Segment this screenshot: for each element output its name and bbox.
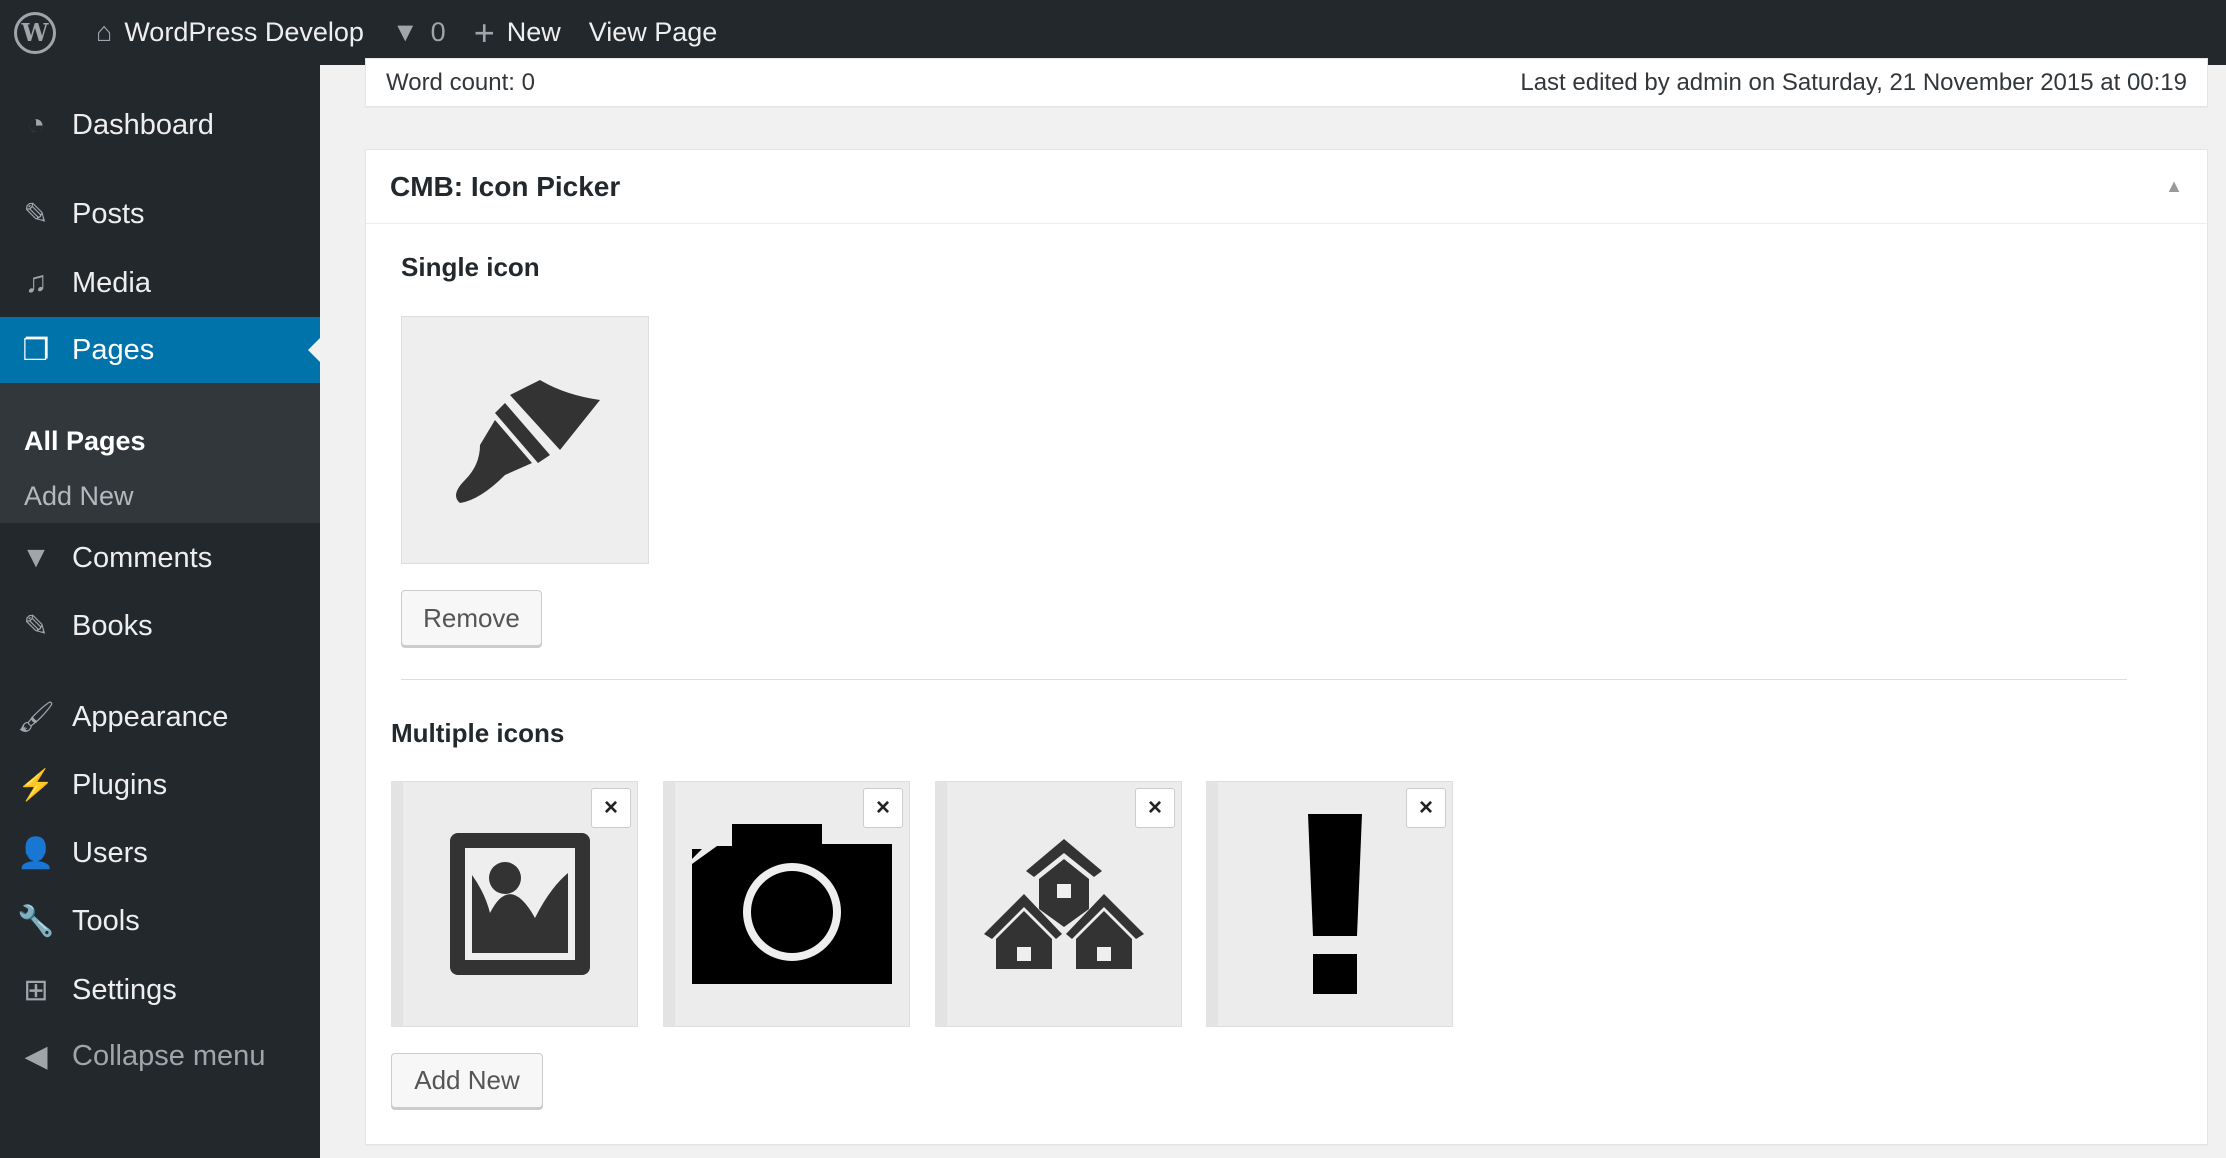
home-icon: ⌂ bbox=[96, 17, 113, 47]
icon-tile[interactable]: × bbox=[663, 781, 910, 1027]
menu-books[interactable]: ✎ Books bbox=[0, 593, 320, 659]
menu-plugins[interactable]: ⚡ Plugins bbox=[0, 752, 320, 818]
plus-icon: + bbox=[473, 11, 495, 53]
divider bbox=[401, 679, 2127, 680]
menu-settings[interactable]: ⊞ Settings bbox=[0, 957, 320, 1023]
menu-posts[interactable]: ✎ Posts bbox=[0, 181, 320, 247]
new-content-link[interactable]: + New bbox=[474, 12, 561, 54]
plugin-icon: ⚡ bbox=[17, 768, 55, 802]
remove-button[interactable]: Remove bbox=[401, 590, 542, 646]
comments-link[interactable]: ▼ 0 bbox=[392, 17, 446, 48]
menu-media[interactable]: ♫ Media bbox=[0, 250, 320, 316]
site-name-link[interactable]: ⌂ WordPress Develop bbox=[96, 17, 364, 48]
dashboard-icon: ◔ bbox=[26, 108, 46, 141]
post-status-info: Word count: 0 Last edited by admin on Sa… bbox=[365, 58, 2208, 107]
collapse-arrow-icon[interactable]: ▲ bbox=[2165, 176, 2183, 197]
remove-icon-button[interactable]: × bbox=[591, 788, 631, 828]
collapse-icon: ◀ bbox=[24, 1039, 48, 1073]
user-icon: 👤 bbox=[17, 836, 55, 870]
settings-icon: ⊞ bbox=[23, 973, 49, 1007]
wordpress-logo-icon[interactable]: W bbox=[14, 11, 56, 54]
warning-icon bbox=[1308, 814, 1362, 994]
remove-icon-button[interactable]: × bbox=[863, 788, 903, 828]
menu-tools[interactable]: 🔧 Tools bbox=[0, 888, 320, 954]
comment-icon: ▼ bbox=[391, 17, 419, 47]
pages-icon: ❐ bbox=[22, 333, 50, 367]
view-page-link[interactable]: View Page bbox=[589, 17, 718, 48]
pages-submenu: All Pages Add New bbox=[0, 383, 320, 523]
pin-icon: ✎ bbox=[23, 197, 49, 231]
icon-tile[interactable]: × bbox=[391, 781, 638, 1027]
icon-picker-metabox: CMB: Icon Picker ▲ Single icon Remove Mul… bbox=[365, 149, 2208, 1145]
wrench-icon: 🔧 bbox=[17, 904, 55, 938]
menu-users[interactable]: 👤 Users bbox=[0, 820, 320, 886]
icon-tile[interactable]: × bbox=[1206, 781, 1453, 1027]
icon-tile[interactable]: × bbox=[935, 781, 1182, 1027]
collapse-menu[interactable]: ◀ Collapse menu bbox=[0, 1023, 320, 1089]
last-edited: Last edited by admin on Saturday, 21 Nov… bbox=[1520, 68, 2187, 96]
camera-icon bbox=[692, 824, 892, 984]
menu-comments[interactable]: ▼ Comments bbox=[0, 525, 320, 591]
add-new-icon-button[interactable]: Add New bbox=[391, 1053, 543, 1108]
menu-dashboard[interactable]: ◔ Dashboard bbox=[0, 92, 320, 158]
menu-appearance[interactable]: 🖌 Appearance bbox=[0, 684, 320, 750]
metabox-title: CMB: Icon Picker bbox=[390, 170, 621, 202]
groups-icon bbox=[984, 839, 1144, 969]
admin-bar: W ⌂ WordPress Develop ▼ 0 + New View Page bbox=[0, 0, 2226, 65]
paintbrush-icon bbox=[456, 380, 600, 503]
single-icon-preview[interactable] bbox=[401, 316, 649, 564]
format-image-icon bbox=[450, 833, 590, 975]
word-count: Word count: 0 bbox=[386, 68, 535, 96]
single-icon-label: Single icon bbox=[401, 252, 540, 282]
submenu-add-new[interactable]: Add New bbox=[24, 481, 134, 512]
menu-pages[interactable]: ❐ Pages bbox=[0, 317, 320, 383]
comment-icon: ▼ bbox=[21, 541, 51, 574]
media-icon: ♫ bbox=[24, 266, 48, 299]
remove-icon-button[interactable]: × bbox=[1406, 788, 1446, 828]
pin-icon: ✎ bbox=[23, 609, 49, 643]
admin-menu: All Pages Add New ◔ Dashboard ✎ Posts ♫ Med… bbox=[0, 65, 320, 1158]
remove-icon-button[interactable]: × bbox=[1135, 788, 1175, 828]
multiple-icons-label: Multiple icons bbox=[391, 718, 565, 748]
brush-icon: 🖌 bbox=[16, 700, 56, 734]
submenu-all-pages[interactable]: All Pages bbox=[24, 426, 146, 457]
metabox-header[interactable]: CMB: Icon Picker ▲ bbox=[366, 150, 2207, 224]
